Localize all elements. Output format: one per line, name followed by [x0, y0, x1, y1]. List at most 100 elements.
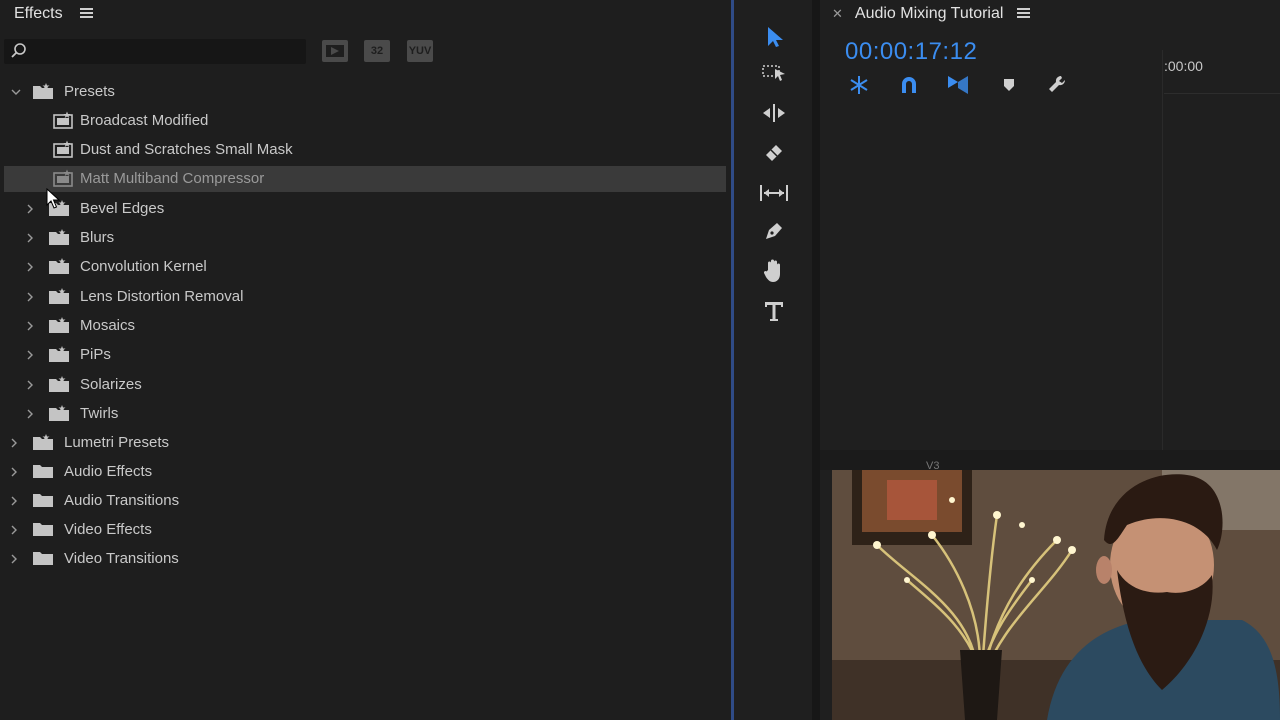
tree-item-lens-distortion-removal[interactable]: Lens Distortion Removal — [4, 284, 726, 310]
tree-item-label: Lens Distortion Removal — [80, 288, 244, 305]
tree-item-label: Bevel Edges — [80, 200, 165, 217]
tree-item-label: PiPs — [80, 346, 111, 363]
slip-tool-button[interactable] — [758, 178, 790, 208]
yuv-effects-icon: YUV — [408, 45, 432, 57]
chevron-right-icon[interactable] — [24, 349, 36, 361]
tree-item-label: Audio Transitions — [64, 492, 180, 509]
playhead-timecode[interactable]: 00:00:17:12 — [845, 38, 977, 66]
effects-panel: Effects 32 YUV Presets Broadcast Modifie… — [0, 0, 730, 720]
chevron-right-icon[interactable] — [24, 379, 36, 391]
preset-icon — [53, 111, 73, 129]
preset-icon — [53, 140, 73, 158]
tree-item-video-effects[interactable]: Video Effects — [4, 517, 726, 543]
sequence-tab-title[interactable]: Audio Mixing Tutorial — [855, 5, 1004, 23]
track-select-tool-button[interactable] — [758, 58, 790, 88]
chevron-right-icon[interactable] — [24, 261, 36, 273]
folder-icon — [33, 494, 53, 507]
panel-title[interactable]: Effects — [14, 5, 63, 23]
chevron-right-icon[interactable] — [24, 203, 36, 215]
timeline-header: ✕ Audio Mixing Tutorial — [820, 0, 1280, 27]
type-tool-button[interactable] — [758, 296, 790, 326]
folder-icon — [33, 465, 53, 478]
chevron-down-icon[interactable] — [10, 86, 22, 98]
tree-item-label: Dust and Scratches Small Mask — [80, 141, 293, 158]
time-ruler[interactable] — [1164, 88, 1280, 94]
linked-selection-icon — [948, 76, 968, 94]
panel-gutter — [812, 0, 820, 720]
tree-item-bevel-edges[interactable]: Bevel Edges — [4, 196, 726, 222]
tree-item-video-transitions[interactable]: Video Transitions — [4, 546, 726, 572]
tree-item-dust-and-scratches[interactable]: Dust and Scratches Small Mask — [4, 137, 726, 163]
tree-item-label: Presets — [64, 83, 115, 100]
tree-item-presets[interactable]: Presets — [4, 79, 726, 105]
tools-panel — [734, 0, 812, 720]
slip-tool-icon — [760, 185, 788, 201]
tree-item-label: Broadcast Modified — [80, 112, 209, 129]
type-tool-icon — [765, 302, 783, 321]
track-select-tool-icon — [762, 65, 785, 81]
preset-bin-icon — [49, 288, 69, 304]
preset-icon — [53, 169, 73, 187]
chevron-right-icon[interactable] — [24, 408, 36, 420]
track-header-strip — [820, 450, 1280, 470]
ruler-time-label: :00:00 — [1164, 58, 1203, 74]
tree-item-pips[interactable]: PiPs — [4, 342, 726, 368]
close-tab-icon[interactable]: ✕ — [832, 6, 843, 22]
tree-item-audio-effects[interactable]: Audio Effects — [4, 459, 726, 485]
chevron-right-icon[interactable] — [24, 232, 36, 244]
timeline-settings-button[interactable] — [1046, 73, 1070, 97]
32bit-color-filter-button[interactable]: 32 — [364, 40, 390, 62]
preset-bin-icon — [33, 434, 53, 450]
yuv-filter-button[interactable]: YUV — [407, 40, 433, 62]
panel-menu-icon[interactable] — [79, 8, 93, 19]
hand-tool-button[interactable] — [758, 256, 790, 286]
tree-item-label: Solarizes — [80, 376, 142, 393]
preset-bin-icon — [49, 376, 69, 392]
webcam-overlay — [832, 470, 1280, 720]
tree-item-audio-transitions[interactable]: Audio Transitions — [4, 488, 726, 514]
ripple-edit-tool-icon — [763, 104, 785, 122]
tree-item-mosaics[interactable]: Mosaics — [4, 313, 726, 339]
chevron-right-icon[interactable] — [8, 553, 20, 565]
snap-button[interactable] — [897, 73, 921, 97]
mouse-cursor-icon — [46, 188, 60, 209]
timeline-ruler-divider — [1162, 50, 1163, 460]
chevron-right-icon[interactable] — [24, 320, 36, 332]
chevron-right-icon[interactable] — [8, 466, 20, 478]
tree-item-label: Lumetri Presets — [64, 434, 170, 451]
tree-item-lumetri-presets[interactable]: Lumetri Presets — [4, 430, 726, 456]
preset-bin-icon — [49, 346, 69, 362]
tree-item-broadcast-modified[interactable]: Broadcast Modified — [4, 108, 726, 134]
presenter-video-image — [832, 470, 1280, 720]
ripple-edit-tool-button[interactable] — [758, 98, 790, 128]
chevron-right-icon[interactable] — [24, 291, 36, 303]
add-marker-icon — [1004, 79, 1014, 91]
nest-sequence-button[interactable] — [847, 73, 871, 97]
chevron-right-icon[interactable] — [8, 495, 20, 507]
razor-tool-button[interactable] — [758, 138, 790, 168]
tree-item-label: Video Effects — [64, 521, 152, 538]
chevron-right-icon[interactable] — [8, 524, 20, 536]
tree-item-label: Video Transitions — [64, 550, 179, 567]
preset-bin-icon — [49, 229, 69, 245]
timeline-menu-icon[interactable] — [1017, 8, 1031, 19]
tree-item-twirls[interactable]: Twirls — [4, 401, 726, 427]
preset-bin-icon — [49, 405, 69, 421]
accelerated-effects-filter-button[interactable] — [322, 40, 348, 62]
preset-bin-icon — [33, 83, 53, 99]
search-icon[interactable] — [10, 42, 28, 60]
chevron-right-icon[interactable] — [8, 437, 20, 449]
tree-item-label: Convolution Kernel — [80, 258, 207, 275]
search-input[interactable] — [30, 41, 300, 62]
preset-bin-icon — [49, 258, 69, 274]
tree-item-convolution-kernel[interactable]: Convolution Kernel — [4, 254, 726, 280]
add-marker-button[interactable] — [997, 73, 1021, 97]
selection-tool-button[interactable] — [758, 22, 790, 52]
tree-item-solarizes[interactable]: Solarizes — [4, 372, 726, 398]
hand-tool-icon — [763, 259, 780, 282]
snap-magnet-icon — [902, 77, 916, 93]
pen-tool-button[interactable] — [758, 216, 790, 246]
linked-selection-button[interactable] — [946, 73, 970, 97]
tree-item-matt-multiband-compressor[interactable]: Matt Multiband Compressor — [4, 166, 726, 192]
tree-item-blurs[interactable]: Blurs — [4, 225, 726, 251]
